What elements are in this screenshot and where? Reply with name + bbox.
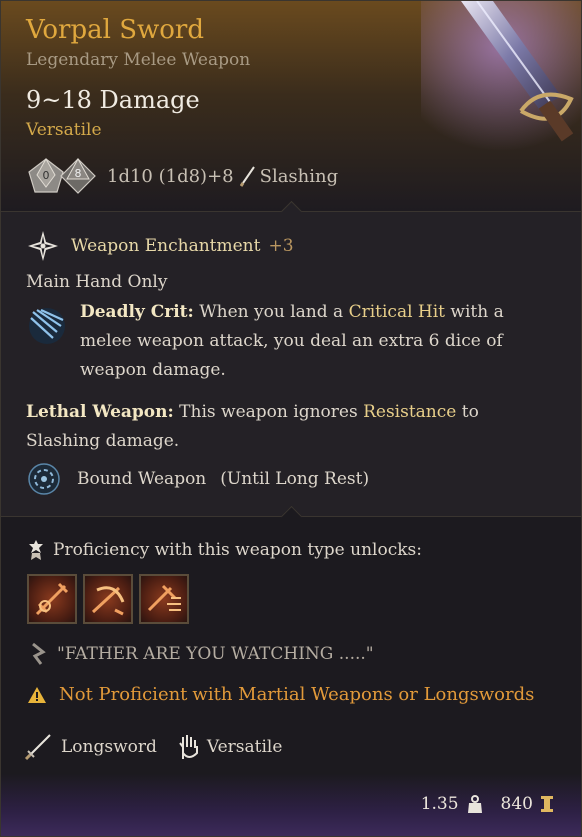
proficiency-label: Proficiency with this weapon type unlock… — [53, 540, 422, 560]
enchantment-icon — [28, 231, 58, 261]
longsword-icon — [24, 734, 51, 761]
warning-detail: with Martial Weapons or Longswords — [192, 684, 535, 705]
die1-label: 0 — [43, 169, 50, 182]
action-slot-3[interactable] — [139, 574, 189, 624]
enchantment-label: Weapon Enchantment — [71, 236, 261, 256]
footer-stats: 1.35 840 — [421, 794, 555, 814]
deadly-crit-text: Deadly Crit: When you land a Critical Hi… — [80, 298, 560, 385]
weapon-action-icon-3 — [147, 584, 181, 612]
action-slots — [27, 574, 189, 624]
resistance-link[interactable]: Resistance — [363, 402, 456, 422]
not-proficient-label: Not Proficient — [59, 684, 188, 705]
item-category: Legendary Melee Weapon — [26, 50, 251, 70]
action-slot-2[interactable] — [83, 574, 133, 624]
weight-value: 1.35 — [420, 794, 459, 814]
bound-weapon-label: Bound Weapon — [77, 469, 207, 489]
weapon-type-row: Longsword Versatile — [23, 732, 282, 762]
bound-weapon-icon — [28, 463, 60, 495]
properties-section: Weapon Enchantment +3 Main Hand Only Dea… — [1, 200, 581, 517]
lethal-weapon-passive: Lethal Weapon: This weapon ignores Resis… — [26, 398, 546, 456]
dice-row: 0 8 1d10 (1d8)+8 Slashing — [27, 156, 338, 196]
weapon-action-icon-1 — [35, 582, 69, 616]
property-tag: Versatile — [26, 120, 102, 140]
property-label: Versatile — [206, 737, 283, 757]
damage-type: Slashing — [259, 165, 339, 187]
lethal-title: Lethal Weapon: — [26, 402, 174, 422]
damage-range: 9~18 Damage — [26, 86, 200, 114]
enchantment-row: Weapon Enchantment +3 — [27, 230, 294, 262]
weapon-type-label: Longsword — [61, 737, 157, 757]
action-slot-1[interactable] — [27, 574, 77, 624]
bound-duration: (Until Long Rest) — [220, 469, 370, 489]
weapon-action-icon-2 — [91, 586, 125, 616]
tooltip-footer: 1.35 840 — [1, 774, 581, 836]
deadly-crit-text1: When you land a — [193, 302, 349, 322]
quote-row: "FATHER ARE YOU WATCHING ....." — [27, 642, 374, 666]
gold-value: 840 — [500, 794, 533, 814]
item-tooltip: Vorpal Sword Legendary Melee Weapon 9~18… — [0, 0, 582, 837]
main-hand-only: Main Hand Only — [26, 272, 168, 292]
lethal-text1: This weapon ignores — [173, 402, 364, 422]
deadly-crit-icon — [29, 308, 65, 344]
tooltip-header: Vorpal Sword Legendary Melee Weapon 9~18… — [1, 1, 581, 211]
warning-icon — [28, 686, 46, 703]
gold-icon — [541, 796, 553, 812]
dice-formula: 1d10 (1d8)+8 — [107, 165, 234, 187]
slashing-icon — [239, 166, 255, 187]
proficiency-section: Proficiency with this weapon type unlock… — [1, 505, 581, 775]
sword-artwork — [421, 1, 581, 151]
die2-label: 8 — [75, 167, 82, 180]
critical-hit-link[interactable]: Critical Hit — [349, 302, 445, 322]
feather-icon — [32, 642, 46, 665]
proficiency-warning: Not Proficient with Martial Weapons or L… — [27, 684, 534, 705]
proficiency-badge-icon — [29, 540, 43, 560]
flavor-quote: "FATHER ARE YOU WATCHING ....." — [57, 644, 374, 664]
enchantment-bonus: +3 — [268, 236, 294, 256]
deadly-crit-title: Deadly Crit: — [80, 302, 194, 322]
bound-weapon-row: Bound Weapon (Until Long Rest) — [27, 462, 369, 496]
item-name: Vorpal Sword — [26, 15, 204, 45]
weight-icon — [467, 795, 482, 813]
versatile-hand-icon — [179, 735, 198, 759]
d8-icon: 8 — [60, 157, 96, 194]
proficiency-row: Proficiency with this weapon type unlock… — [27, 539, 422, 561]
